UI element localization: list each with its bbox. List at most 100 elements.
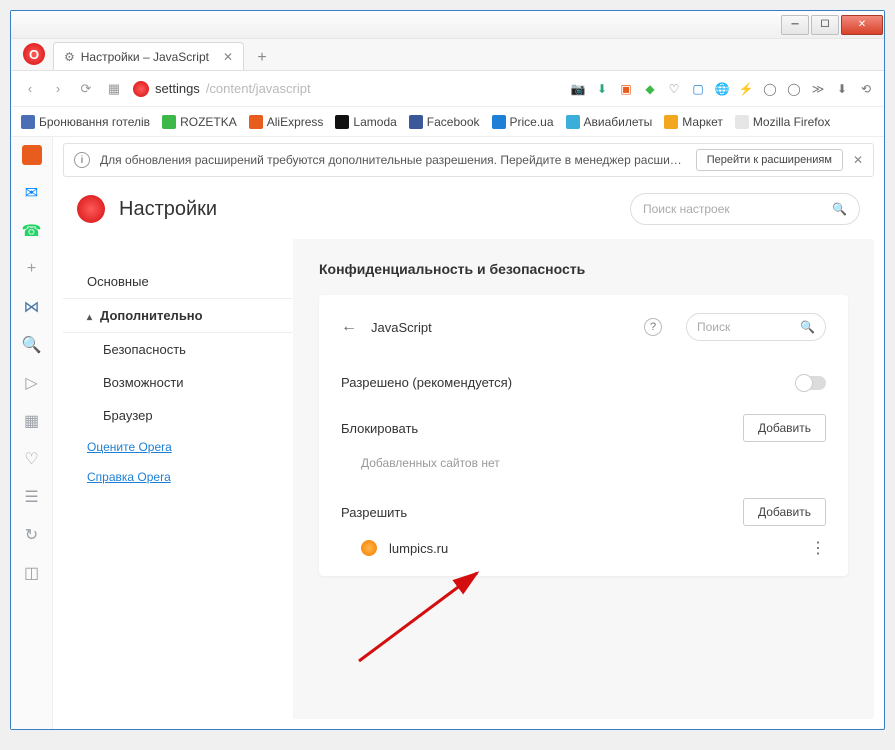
left-dock: ✉ ☎ + ⋈ 🔍 ▷ ▦ ♡ ☰ ↻ ◫ xyxy=(11,137,53,729)
bookmarks-bar: Бронювання готелів ROZETKA AliExpress La… xyxy=(11,107,884,137)
bookmark[interactable]: Lamoda xyxy=(335,115,396,129)
history-icon[interactable]: ↻ xyxy=(22,525,42,545)
ext-icon[interactable]: ▣ xyxy=(618,81,634,97)
search-icon: 🔍 xyxy=(832,202,847,216)
add-allow-button[interactable]: Добавить xyxy=(743,498,826,526)
bookmark[interactable]: AliExpress xyxy=(249,115,324,129)
ext-icon[interactable]: ⬇ xyxy=(594,81,610,97)
card-search-placeholder: Поиск xyxy=(697,320,730,334)
card-search-input[interactable]: Поиск 🔍 xyxy=(686,313,826,341)
notice-text: Для обновления расширений требуются допо… xyxy=(100,153,686,167)
bookmark[interactable]: Price.ua xyxy=(492,115,554,129)
messenger-icon[interactable]: ✉ xyxy=(22,183,42,203)
close-tab-icon[interactable]: ✕ xyxy=(223,50,233,64)
news-icon[interactable]: ☰ xyxy=(22,487,42,507)
bookmark[interactable]: Авиабилеты xyxy=(566,115,653,129)
ext-icon[interactable]: 📷 xyxy=(570,81,586,97)
goto-extensions-button[interactable]: Перейти к расширениям xyxy=(696,149,843,171)
ext-icon[interactable]: ◆ xyxy=(642,81,658,97)
minimize-button[interactable]: ─ xyxy=(781,15,809,35)
ext-icon[interactable]: ⚡ xyxy=(738,81,754,97)
back-icon[interactable]: ‹ xyxy=(21,81,39,96)
help-opera-link[interactable]: Справка Opera xyxy=(63,462,293,492)
section-heading: Конфиденциальность и безопасность xyxy=(319,261,848,277)
browser-window: ─ ☐ ✕ O ⚙ Настройки – JavaScript ✕ + ‹ ›… xyxy=(10,10,885,730)
block-section: Блокировать Добавить xyxy=(341,414,826,442)
page-title: Настройки xyxy=(119,198,217,221)
add-messenger-icon[interactable]: + xyxy=(22,259,42,279)
allow-section: Разрешить Добавить xyxy=(341,498,826,526)
sidebar-item-basic[interactable]: Основные xyxy=(63,265,293,298)
maximize-button[interactable]: ☐ xyxy=(811,15,839,35)
sidebar-item-security[interactable]: Безопасность xyxy=(63,333,293,366)
url-field[interactable]: settings/content/javascript xyxy=(133,81,311,97)
allowed-toggle[interactable] xyxy=(796,376,826,390)
bookmark[interactable]: Facebook xyxy=(409,115,480,129)
tab-title: Настройки – JavaScript xyxy=(81,50,209,64)
reload-icon[interactable]: ⟳ xyxy=(77,81,95,97)
bookmark-folder[interactable]: Mozilla Firefox xyxy=(735,115,830,129)
tab-strip: O ⚙ Настройки – JavaScript ✕ + xyxy=(11,39,884,71)
dock-icon[interactable] xyxy=(22,145,42,165)
ext-icon[interactable]: ♡ xyxy=(666,81,682,97)
opera-menu-button[interactable]: O xyxy=(23,43,45,65)
bookmark[interactable]: Маркет xyxy=(664,115,723,129)
extensions-icon[interactable]: ◫ xyxy=(22,563,42,583)
close-window-button[interactable]: ✕ xyxy=(841,15,883,35)
ext-icon[interactable]: ◯ xyxy=(762,81,778,97)
more-ext-icon[interactable]: ≫ xyxy=(810,81,826,97)
allowed-site-row[interactable]: lumpics.ru ⋮ xyxy=(341,526,826,558)
search-icon: 🔍 xyxy=(800,320,815,334)
allow-title: Разрешить xyxy=(341,505,407,520)
search-placeholder: Поиск настроек xyxy=(643,202,730,216)
extension-notice: i Для обновления расширений требуются до… xyxy=(63,143,874,177)
downloads-icon[interactable]: ⬇ xyxy=(834,81,850,97)
search-icon[interactable]: 🔍 xyxy=(22,335,42,355)
allowed-label: Разрешено (рекомендуется) xyxy=(341,375,512,390)
card-title: JavaScript xyxy=(371,320,432,335)
share-icon[interactable]: ▷ xyxy=(22,373,42,393)
allowed-row: Разрешено (рекомендуется) xyxy=(341,363,826,402)
settings-sidebar: Основные Дополнительно Безопасность Возм… xyxy=(63,239,293,719)
back-button[interactable]: ← xyxy=(341,318,357,336)
gear-icon: ⚙ xyxy=(64,50,75,64)
site-domain: lumpics.ru xyxy=(389,541,448,556)
site-favicon xyxy=(361,540,377,556)
bookmark[interactable]: ROZETKA xyxy=(162,115,237,129)
javascript-card: ← JavaScript ? Поиск 🔍 Разрешено (рекоме… xyxy=(319,295,848,576)
speed-dial-icon[interactable]: ▦ xyxy=(22,411,42,431)
info-icon: i xyxy=(74,152,90,168)
sync-icon[interactable]: ⟲ xyxy=(858,81,874,97)
addrbar-extensions: 📷 ⬇ ▣ ◆ ♡ ▢ 🌐 ⚡ ◯ ◯ ≫ ⬇ ⟲ xyxy=(570,81,874,97)
tab-settings[interactable]: ⚙ Настройки – JavaScript ✕ xyxy=(53,42,244,70)
block-empty-text: Добавленных сайтов нет xyxy=(341,442,826,478)
ext-icon[interactable]: ◯ xyxy=(786,81,802,97)
address-bar: ‹ › ⟳ ▦ settings/content/javascript 📷 ⬇ … xyxy=(11,71,884,107)
heart-icon[interactable]: ♡ xyxy=(22,449,42,469)
settings-header: Настройки Поиск настроек 🔍 xyxy=(53,183,884,235)
help-icon[interactable]: ? xyxy=(644,318,662,336)
block-title: Блокировать xyxy=(341,421,418,436)
url-path: /content/javascript xyxy=(206,81,311,96)
speed-dial-icon[interactable]: ▦ xyxy=(105,81,123,97)
search-settings-input[interactable]: Поиск настроек 🔍 xyxy=(630,193,860,225)
window-titlebar: ─ ☐ ✕ xyxy=(11,11,884,39)
settings-panel: Конфиденциальность и безопасность ← Java… xyxy=(293,239,874,719)
bookmark[interactable]: Бронювання готелів xyxy=(21,115,150,129)
sidebar-item-advanced[interactable]: Дополнительно xyxy=(63,298,293,333)
forward-icon[interactable]: › xyxy=(49,81,67,96)
opera-url-icon xyxy=(133,81,149,97)
url-prefix: settings xyxy=(155,81,200,96)
sidebar-item-features[interactable]: Возможности xyxy=(63,366,293,399)
site-menu-icon[interactable]: ⋮ xyxy=(810,538,826,558)
whatsapp-icon[interactable]: ☎ xyxy=(22,221,42,241)
ext-icon[interactable]: 🌐 xyxy=(714,81,730,97)
add-block-button[interactable]: Добавить xyxy=(743,414,826,442)
sidebar-item-browser[interactable]: Браузер xyxy=(63,399,293,432)
rate-opera-link[interactable]: Оцените Opera xyxy=(63,432,293,462)
close-notice-icon[interactable]: ✕ xyxy=(853,153,863,167)
vk-icon[interactable]: ⋈ xyxy=(22,297,42,317)
ext-icon[interactable]: ▢ xyxy=(690,81,706,97)
new-tab-button[interactable]: + xyxy=(250,46,274,70)
opera-logo-icon xyxy=(77,195,105,223)
